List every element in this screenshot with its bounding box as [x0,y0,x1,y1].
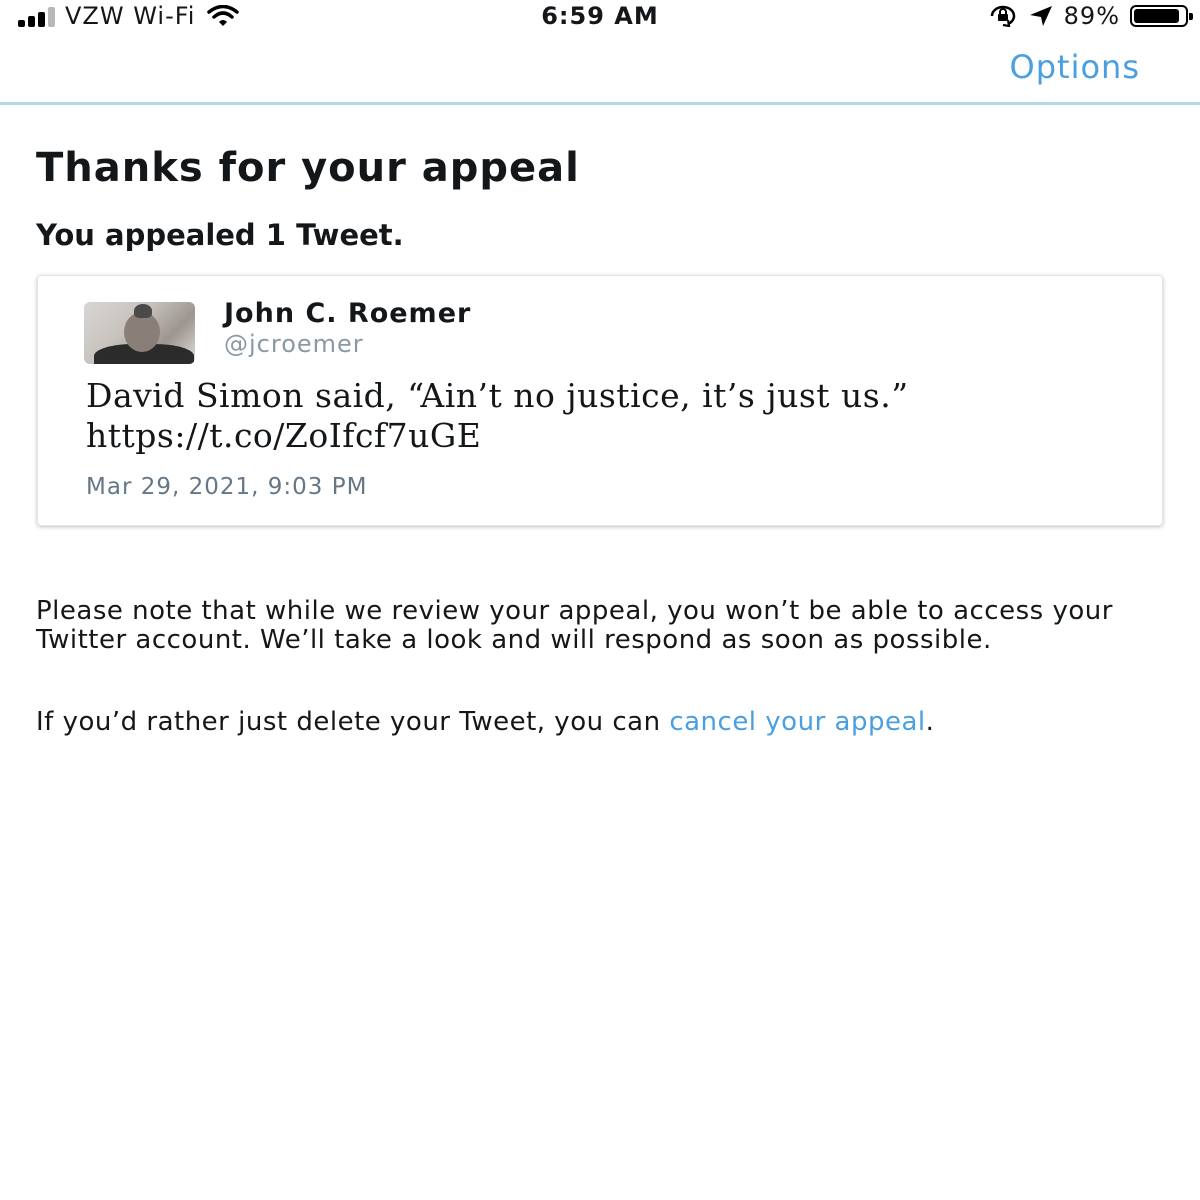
tweet-author-name: John C. Roemer [224,298,472,329]
tweet-timestamp: Mar 29, 2021, 9:03 PM [86,474,368,500]
appeal-count-heading: You appealed 1 Tweet. [36,218,404,252]
battery-icon [1130,5,1193,27]
top-nav: Options [0,34,1200,105]
status-right: 89% [988,2,1193,30]
tweet-text: David Simon said, “Ain’t no justice, it’… [86,376,909,455]
cancel-appeal-suffix: . [925,707,935,737]
page-title: Thanks for your appeal [36,145,580,191]
cancel-appeal-link[interactable]: cancel your appeal [669,707,925,737]
review-note: Please note that while we review your ap… [36,596,1113,655]
avatar [84,302,195,364]
appealed-tweet-card: John C. Roemer @jcroemer David Simon sai… [37,275,1163,526]
cancel-appeal-prefix: If you’d rather just delete your Tweet, … [36,707,670,737]
battery-fill [1134,9,1179,23]
orientation-lock-icon [990,5,1015,27]
battery-percent: 89% [1063,2,1120,30]
tweet-author-handle: @jcroemer [224,330,364,358]
cancel-appeal-text: If you’d rather just delete your Tweet, … [36,707,1166,737]
status-bar: VZW Wi-Fi 6:59 AM 89% [0,0,1200,34]
options-button[interactable]: Options [1010,48,1140,86]
location-arrow-icon [1029,6,1052,26]
